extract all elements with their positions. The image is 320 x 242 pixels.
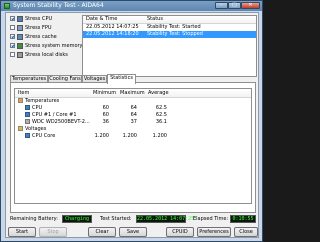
cpu-core-icon bbox=[25, 112, 30, 117]
stress-cache-option[interactable]: Stress cache bbox=[8, 33, 78, 41]
preferences-button[interactable]: Preferences bbox=[197, 227, 231, 237]
log-row-selected[interactable]: 22.05.2012 14:18:20 Stability Test: Stop… bbox=[83, 31, 256, 38]
col-item[interactable]: Item bbox=[18, 89, 29, 97]
battery-value: Charging bbox=[62, 215, 92, 223]
cpuid-button[interactable]: CPUID bbox=[166, 227, 194, 237]
cpu-icon bbox=[25, 105, 30, 110]
thermometer-icon bbox=[18, 98, 23, 103]
statistics-panel: Item Minimum Maximum Average Temperature… bbox=[10, 82, 256, 213]
cpu-icon bbox=[17, 16, 23, 22]
title-bar[interactable]: System Stability Test - AIDA64 – □ ✕ bbox=[1, 1, 262, 11]
group-label: Voltages bbox=[25, 126, 47, 132]
avg-value: 36.1 bbox=[155, 119, 167, 125]
log-status: Stability Test: Started bbox=[147, 24, 201, 30]
table-row[interactable]: WDC WD2500BEVT-2... 36 37 36.1 bbox=[15, 119, 251, 126]
stress-fpu-option[interactable]: Stress FPU bbox=[8, 24, 78, 32]
checkbox-stress-memory[interactable] bbox=[10, 43, 15, 48]
item-name: WDC WD2500BEVT-2... bbox=[32, 119, 90, 125]
avg-value: 1.200 bbox=[152, 133, 167, 139]
table-row[interactable]: CPU 60 64 62.5 bbox=[15, 105, 251, 112]
stress-cpu-label: Stress CPU bbox=[25, 16, 53, 22]
max-value: 64 bbox=[130, 112, 137, 118]
memory-icon bbox=[17, 43, 23, 49]
item-name: CPU bbox=[32, 105, 43, 111]
avg-value: 62.5 bbox=[155, 112, 167, 118]
checkbox-stress-disks[interactable] bbox=[10, 52, 15, 57]
elapsed-time-value: 0:10:55 bbox=[230, 215, 256, 223]
table-row[interactable]: CPU Core 1.200 1.200 1.200 bbox=[15, 133, 251, 140]
avg-value: 62.5 bbox=[155, 105, 167, 111]
tab-statistics[interactable]: Statistics bbox=[107, 74, 136, 84]
max-value: 1.200 bbox=[122, 133, 137, 139]
button-bar: Start Stop Clear Save CPUID Preferences … bbox=[8, 227, 258, 237]
min-value: 36 bbox=[102, 119, 109, 125]
voltage-icon bbox=[18, 126, 23, 131]
maximize-button[interactable]: □ bbox=[228, 2, 241, 9]
test-started-label: Test Started: bbox=[100, 216, 132, 222]
cpu-icon bbox=[25, 133, 30, 138]
col-maximum[interactable]: Maximum bbox=[120, 89, 145, 97]
window-title: System Stability Test - AIDA64 bbox=[13, 2, 104, 9]
minimize-button[interactable]: – bbox=[215, 2, 228, 9]
log-date: 22.05.2012 14:07:25 bbox=[86, 24, 139, 30]
stats-header: Item Minimum Maximum Average bbox=[15, 89, 251, 98]
group-label: Temperatures bbox=[25, 98, 60, 104]
statistics-list[interactable]: Item Minimum Maximum Average Temperature… bbox=[14, 88, 252, 204]
event-log-list[interactable]: Date & Time Status 22.05.2012 14:07:25 S… bbox=[82, 15, 257, 77]
stress-cache-label: Stress cache bbox=[25, 34, 57, 40]
log-row[interactable]: 22.05.2012 14:07:25 Stability Test: Star… bbox=[83, 24, 256, 31]
col-minimum[interactable]: Minimum bbox=[93, 89, 116, 97]
table-row[interactable]: CPU #1 / Core #1 60 64 62.5 bbox=[15, 112, 251, 119]
min-value: 60 bbox=[102, 112, 109, 118]
battery-label: Remaining Battery: bbox=[10, 216, 58, 222]
group-row-temperatures[interactable]: Temperatures bbox=[15, 98, 251, 105]
log-header: Date & Time Status bbox=[83, 16, 256, 24]
test-started-value: 22.05.2012 14:07:25 bbox=[136, 215, 195, 223]
stress-cpu-option[interactable]: Stress CPU bbox=[8, 15, 78, 23]
close-window-button[interactable]: ✕ bbox=[241, 2, 260, 9]
log-status: Stability Test: Stopped bbox=[147, 31, 203, 37]
disk-icon bbox=[17, 52, 23, 58]
status-bar: Remaining Battery: Charging Test Started… bbox=[8, 214, 258, 224]
save-button[interactable]: Save bbox=[119, 227, 147, 237]
window: System Stability Test - AIDA64 – □ ✕ Str… bbox=[0, 0, 263, 242]
max-value: 37 bbox=[130, 119, 137, 125]
max-value: 64 bbox=[130, 105, 137, 111]
client-area: Stress CPU Stress FPU Stress cache Stres… bbox=[5, 12, 259, 238]
start-button[interactable]: Start bbox=[8, 227, 36, 237]
group-row-voltages[interactable]: Voltages bbox=[15, 126, 251, 133]
checkbox-stress-cpu[interactable] bbox=[10, 16, 15, 21]
stress-memory-option[interactable]: Stress system memory bbox=[8, 42, 83, 50]
log-col-status[interactable]: Status bbox=[147, 16, 163, 23]
clear-button[interactable]: Clear bbox=[88, 227, 116, 237]
checkbox-stress-cache[interactable] bbox=[10, 34, 15, 39]
col-average[interactable]: Average bbox=[148, 89, 169, 97]
elapsed-time-label: Elapsed Time: bbox=[193, 216, 229, 222]
stress-disks-label: Stress local disks bbox=[25, 52, 68, 58]
log-date: 22.05.2012 14:18:20 bbox=[86, 31, 139, 37]
log-col-date[interactable]: Date & Time bbox=[86, 16, 117, 23]
stop-button[interactable]: Stop bbox=[39, 227, 67, 237]
min-value: 60 bbox=[102, 105, 109, 111]
stress-disks-option[interactable]: Stress local disks bbox=[8, 51, 78, 59]
stress-fpu-label: Stress FPU bbox=[25, 25, 52, 31]
fpu-icon bbox=[17, 25, 23, 31]
min-value: 1.200 bbox=[94, 133, 109, 139]
close-button[interactable]: Close bbox=[234, 227, 258, 237]
stress-memory-label: Stress system memory bbox=[25, 43, 83, 49]
item-name: CPU #1 / Core #1 bbox=[32, 112, 77, 118]
app-icon bbox=[4, 3, 10, 9]
item-name: CPU Core bbox=[32, 133, 56, 139]
disk-icon bbox=[25, 119, 30, 124]
checkbox-stress-fpu[interactable] bbox=[10, 25, 15, 30]
cache-icon bbox=[17, 34, 23, 40]
